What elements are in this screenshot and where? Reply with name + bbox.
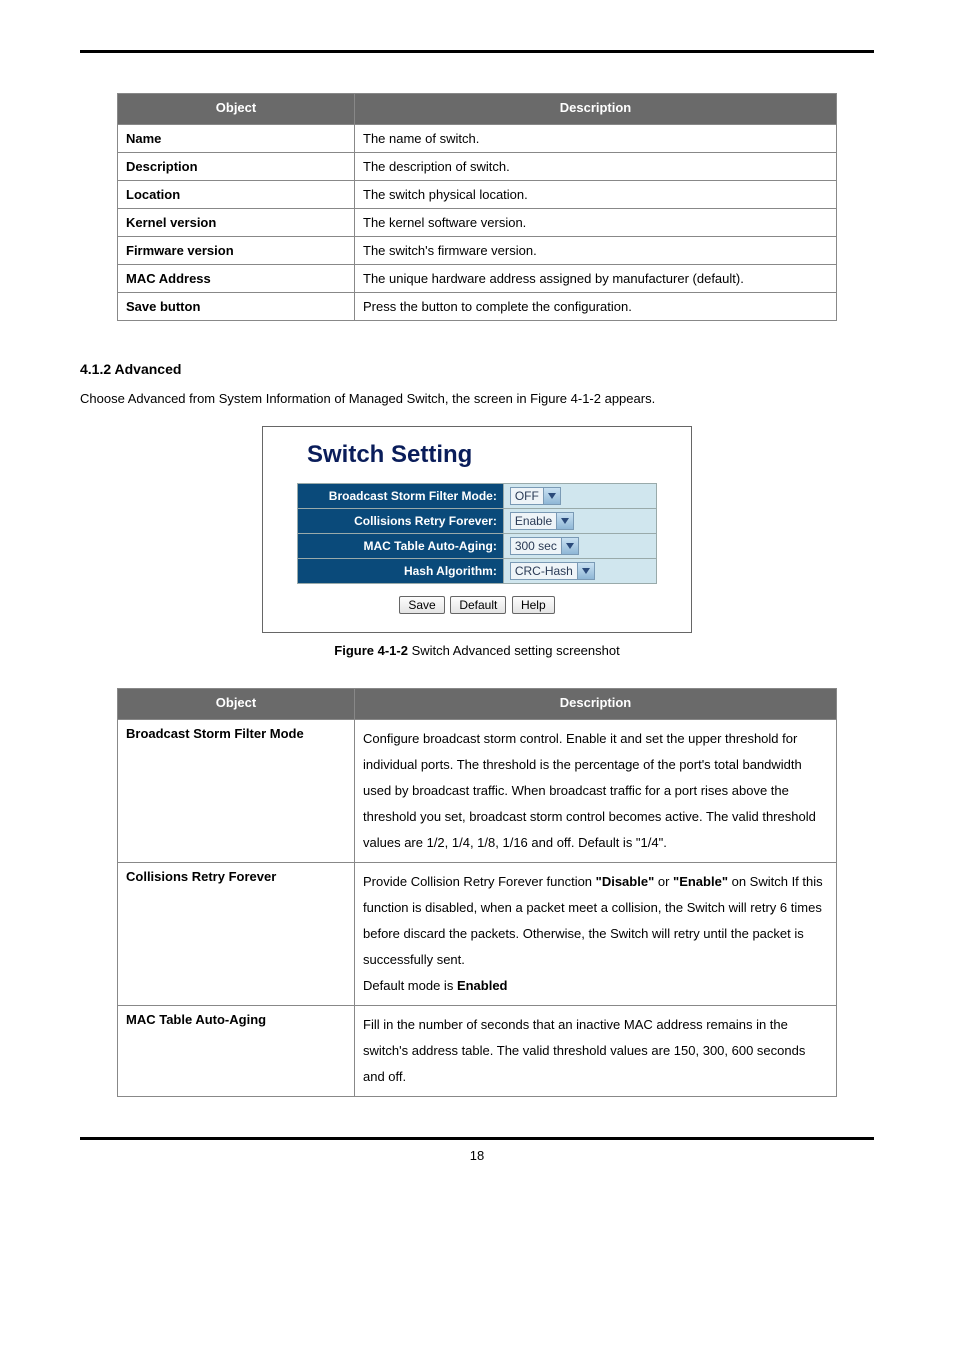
object-cell: Description — [118, 153, 355, 181]
desc-cell: The description of switch. — [355, 153, 837, 181]
select-value: CRC-Hash — [511, 564, 577, 578]
form-value-cell: CRC-Hash — [503, 558, 656, 583]
switch-setting-form: Broadcast Storm Filter Mode: OFF Collisi… — [297, 483, 657, 584]
form-value-cell: Enable — [503, 508, 656, 533]
form-label: Collisions Retry Forever: — [298, 508, 504, 533]
desc-text-seg: Provide Collision Retry Forever function — [363, 874, 596, 889]
table-row: Firmware version The switch's firmware v… — [118, 237, 837, 265]
table1-header-desc: Description — [355, 94, 837, 125]
collisions-retry-select[interactable]: Enable — [510, 512, 574, 530]
desc-cell: The kernel software version. — [355, 209, 837, 237]
object-cell: Firmware version — [118, 237, 355, 265]
desc-cell: Fill in the number of seconds that an in… — [355, 1005, 837, 1096]
basic-settings-table: Object Description Name The name of swit… — [117, 93, 837, 321]
desc-text-seg: Default mode is — [363, 978, 457, 993]
form-value-cell: 300 sec — [503, 533, 656, 558]
desc-cell: The unique hardware address assigned by … — [355, 265, 837, 293]
table2-header-object: Object — [118, 688, 355, 719]
object-cell: Location — [118, 181, 355, 209]
table-row: MAC Table Auto-Aging Fill in the number … — [118, 1005, 837, 1096]
table-row: Collisions Retry Forever Provide Collisi… — [118, 862, 837, 1005]
select-value: OFF — [511, 489, 543, 503]
desc-cell: The switch physical location. — [355, 181, 837, 209]
mac-aging-select[interactable]: 300 sec — [510, 537, 579, 555]
table-row: Name The name of switch. — [118, 125, 837, 153]
help-button[interactable]: Help — [512, 596, 555, 614]
object-cell: Kernel version — [118, 209, 355, 237]
object-cell: MAC Address — [118, 265, 355, 293]
caption-prefix: Figure 4-1-2 — [334, 643, 408, 658]
desc-text: Fill in the number of seconds that an in… — [363, 1017, 805, 1084]
save-button[interactable]: Save — [399, 596, 444, 614]
table-row: Location The switch physical location. — [118, 181, 837, 209]
form-row: Collisions Retry Forever: Enable — [298, 508, 657, 533]
screenshot-title: Switch Setting — [277, 437, 677, 483]
figure-caption: Figure 4-1-2 Switch Advanced setting scr… — [80, 643, 874, 658]
table-row: Kernel version The kernel software versi… — [118, 209, 837, 237]
page-number: 18 — [80, 1140, 874, 1163]
chevron-down-icon — [577, 563, 594, 579]
table-row: Broadcast Storm Filter Mode Configure br… — [118, 719, 837, 862]
form-label: Hash Algorithm: — [298, 558, 504, 583]
desc-cell: The name of switch. — [355, 125, 837, 153]
desc-cell: Provide Collision Retry Forever function… — [355, 862, 837, 1005]
desc-cell: Configure broadcast storm control. Enabl… — [355, 719, 837, 862]
chevron-down-icon — [561, 538, 578, 554]
object-cell: MAC Table Auto-Aging — [118, 1005, 355, 1096]
desc-bold-enabled: Enabled — [457, 978, 508, 993]
broadcast-storm-select[interactable]: OFF — [510, 487, 561, 505]
table2-header-desc: Description — [355, 688, 837, 719]
form-row: MAC Table Auto-Aging: 300 sec — [298, 533, 657, 558]
default-button[interactable]: Default — [450, 596, 506, 614]
top-rule — [80, 50, 874, 53]
table-row: Description The description of switch. — [118, 153, 837, 181]
screenshot-switch-setting: Switch Setting Broadcast Storm Filter Mo… — [262, 426, 692, 633]
screenshot-button-row: Save Default Help — [277, 596, 677, 614]
desc-text-seg: or — [654, 874, 673, 889]
desc-bold-disable: "Disable" — [596, 874, 655, 889]
object-cell: Name — [118, 125, 355, 153]
desc-bold-enable: "Enable" — [673, 874, 728, 889]
object-cell: Save button — [118, 293, 355, 321]
caption-text: Switch Advanced setting screenshot — [408, 643, 620, 658]
section-heading-advanced: 4.1.2 Advanced — [80, 361, 874, 377]
chevron-down-icon — [543, 488, 560, 504]
form-row: Broadcast Storm Filter Mode: OFF — [298, 483, 657, 508]
form-label: MAC Table Auto-Aging: — [298, 533, 504, 558]
select-value: Enable — [511, 514, 556, 528]
table-row: MAC Address The unique hardware address … — [118, 265, 837, 293]
object-cell: Collisions Retry Forever — [118, 862, 355, 1005]
table1-header-object: Object — [118, 94, 355, 125]
form-row: Hash Algorithm: CRC-Hash — [298, 558, 657, 583]
table-row: Save button Press the button to complete… — [118, 293, 837, 321]
chevron-down-icon — [556, 513, 573, 529]
select-value: 300 sec — [511, 539, 561, 553]
hash-algorithm-select[interactable]: CRC-Hash — [510, 562, 595, 580]
desc-cell: The switch's firmware version. — [355, 237, 837, 265]
desc-text: Configure broadcast storm control. Enabl… — [363, 731, 816, 850]
form-value-cell: OFF — [503, 483, 656, 508]
form-label: Broadcast Storm Filter Mode: — [298, 483, 504, 508]
advanced-settings-table: Object Description Broadcast Storm Filte… — [117, 688, 837, 1097]
desc-cell: Press the button to complete the configu… — [355, 293, 837, 321]
object-cell: Broadcast Storm Filter Mode — [118, 719, 355, 862]
intro-paragraph: Choose Advanced from System Information … — [80, 389, 874, 410]
